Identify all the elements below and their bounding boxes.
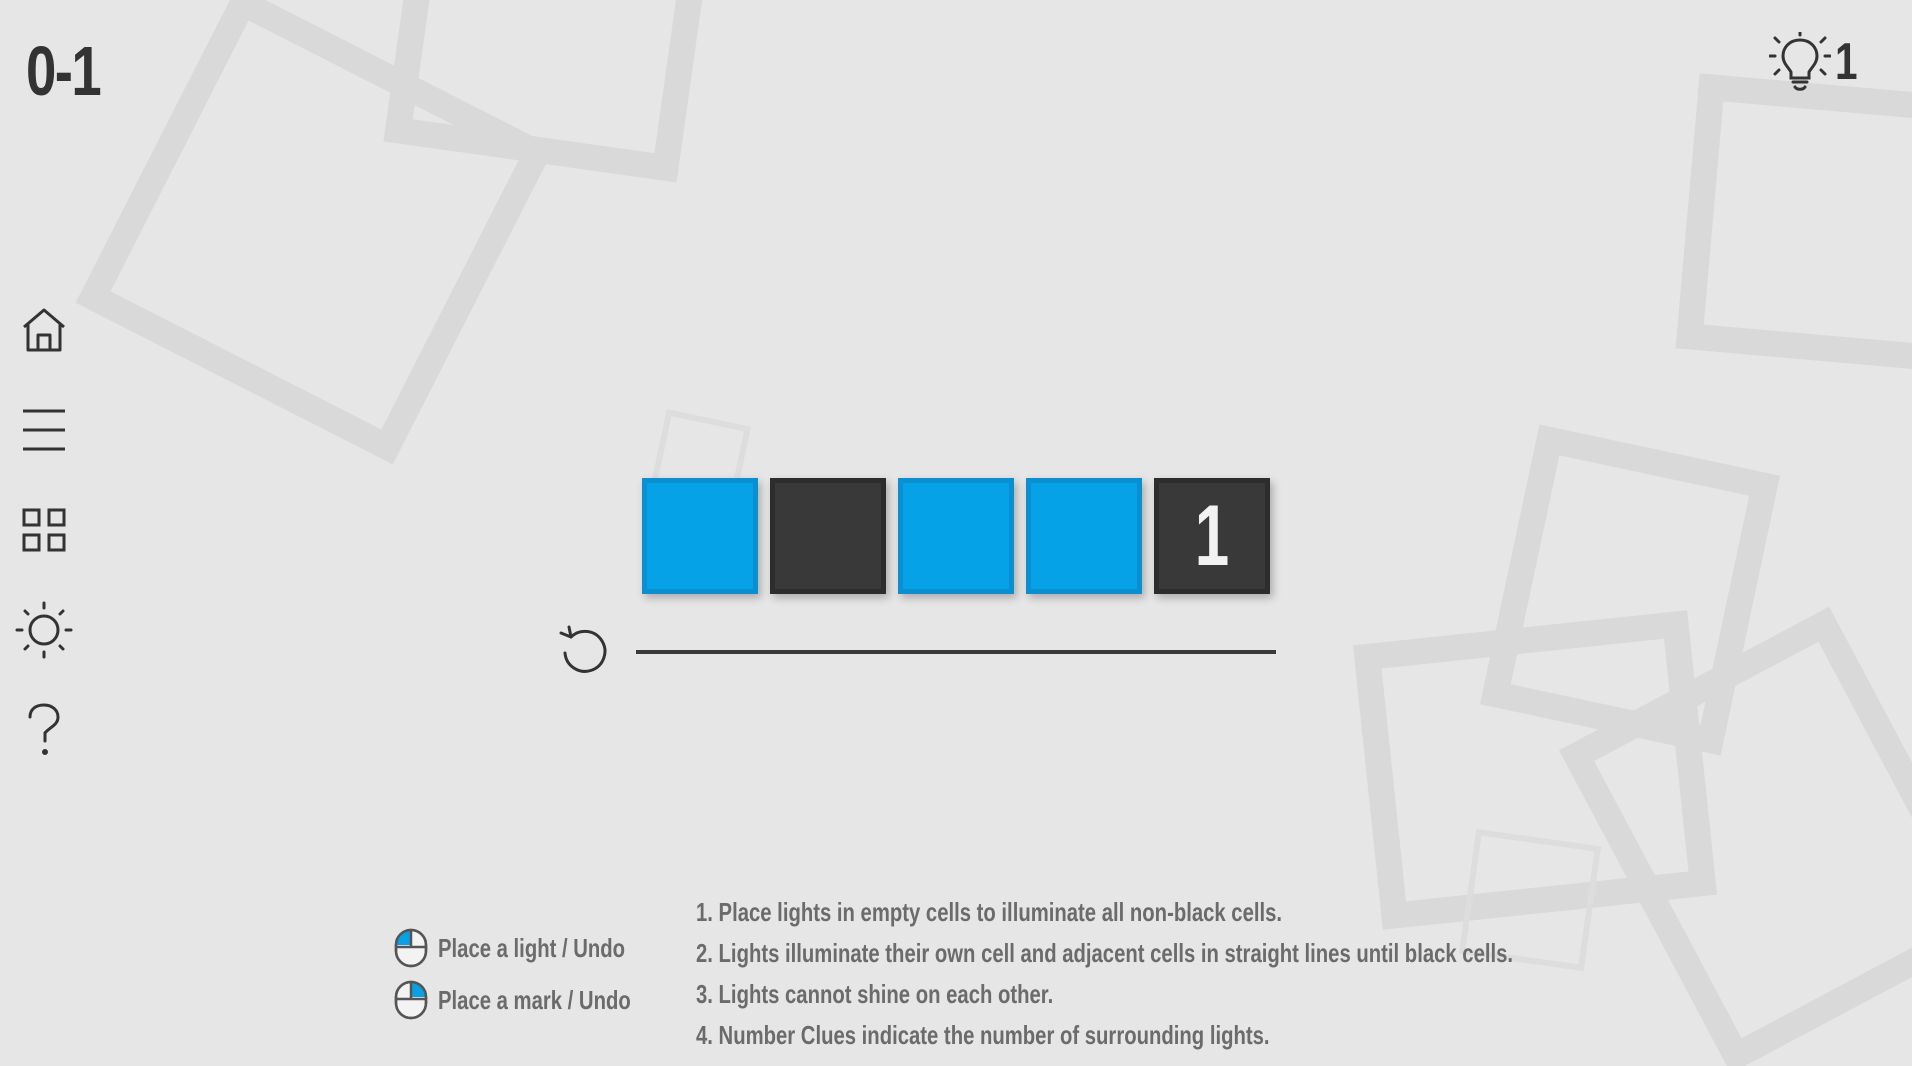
- lit-cell[interactable]: [642, 478, 758, 594]
- game-board: 1: [642, 478, 1270, 594]
- mouse-left-click-icon: [394, 928, 438, 968]
- lightbulb-icon: [1769, 32, 1832, 92]
- mouse-right-click-icon: [394, 980, 438, 1020]
- left-click-control: Place a light / Undo: [394, 922, 685, 974]
- black-cell: [770, 478, 886, 594]
- levels-button[interactable]: [14, 500, 74, 560]
- reset-button[interactable]: [556, 625, 612, 684]
- help-button[interactable]: [14, 700, 74, 760]
- level-title: 0-1: [26, 32, 102, 110]
- sun-icon: [15, 601, 73, 659]
- theme-button[interactable]: [14, 600, 74, 660]
- rule-item: 1. Place lights in empty cells to illumi…: [696, 897, 1283, 927]
- menu-button[interactable]: [14, 400, 74, 460]
- right-click-label: Place a mark / Undo: [438, 984, 631, 1015]
- grid-icon: [21, 507, 67, 553]
- rule-item: 3. Lights cannot shine on each other.: [696, 979, 1054, 1009]
- rules-list: 1. Place lights in empty cells to illumi…: [696, 892, 1596, 1056]
- restart-icon: [557, 625, 611, 684]
- lit-cell[interactable]: [898, 478, 1014, 594]
- progress-bar: [636, 650, 1276, 654]
- right-click-control: Place a mark / Undo: [394, 974, 685, 1026]
- hint-counter[interactable]: 1: [1769, 32, 1864, 92]
- menu-icon: [20, 407, 68, 453]
- rule-item: 2. Lights illuminate their own cell and …: [696, 938, 1514, 968]
- progress-fill: [636, 650, 1276, 654]
- clue-number: 1: [1194, 488, 1230, 584]
- black-cell: 1: [1154, 478, 1270, 594]
- hint-count: 1: [1835, 33, 1858, 91]
- home-icon: [19, 305, 69, 355]
- lit-cell[interactable]: [1026, 478, 1142, 594]
- controls-legend: Place a light / Undo Place a mark / Undo: [394, 922, 685, 1026]
- help-icon: [24, 703, 64, 757]
- rule-item: 4. Number Clues indicate the number of s…: [696, 1020, 1270, 1050]
- home-button[interactable]: [14, 300, 74, 360]
- left-click-label: Place a light / Undo: [438, 932, 626, 963]
